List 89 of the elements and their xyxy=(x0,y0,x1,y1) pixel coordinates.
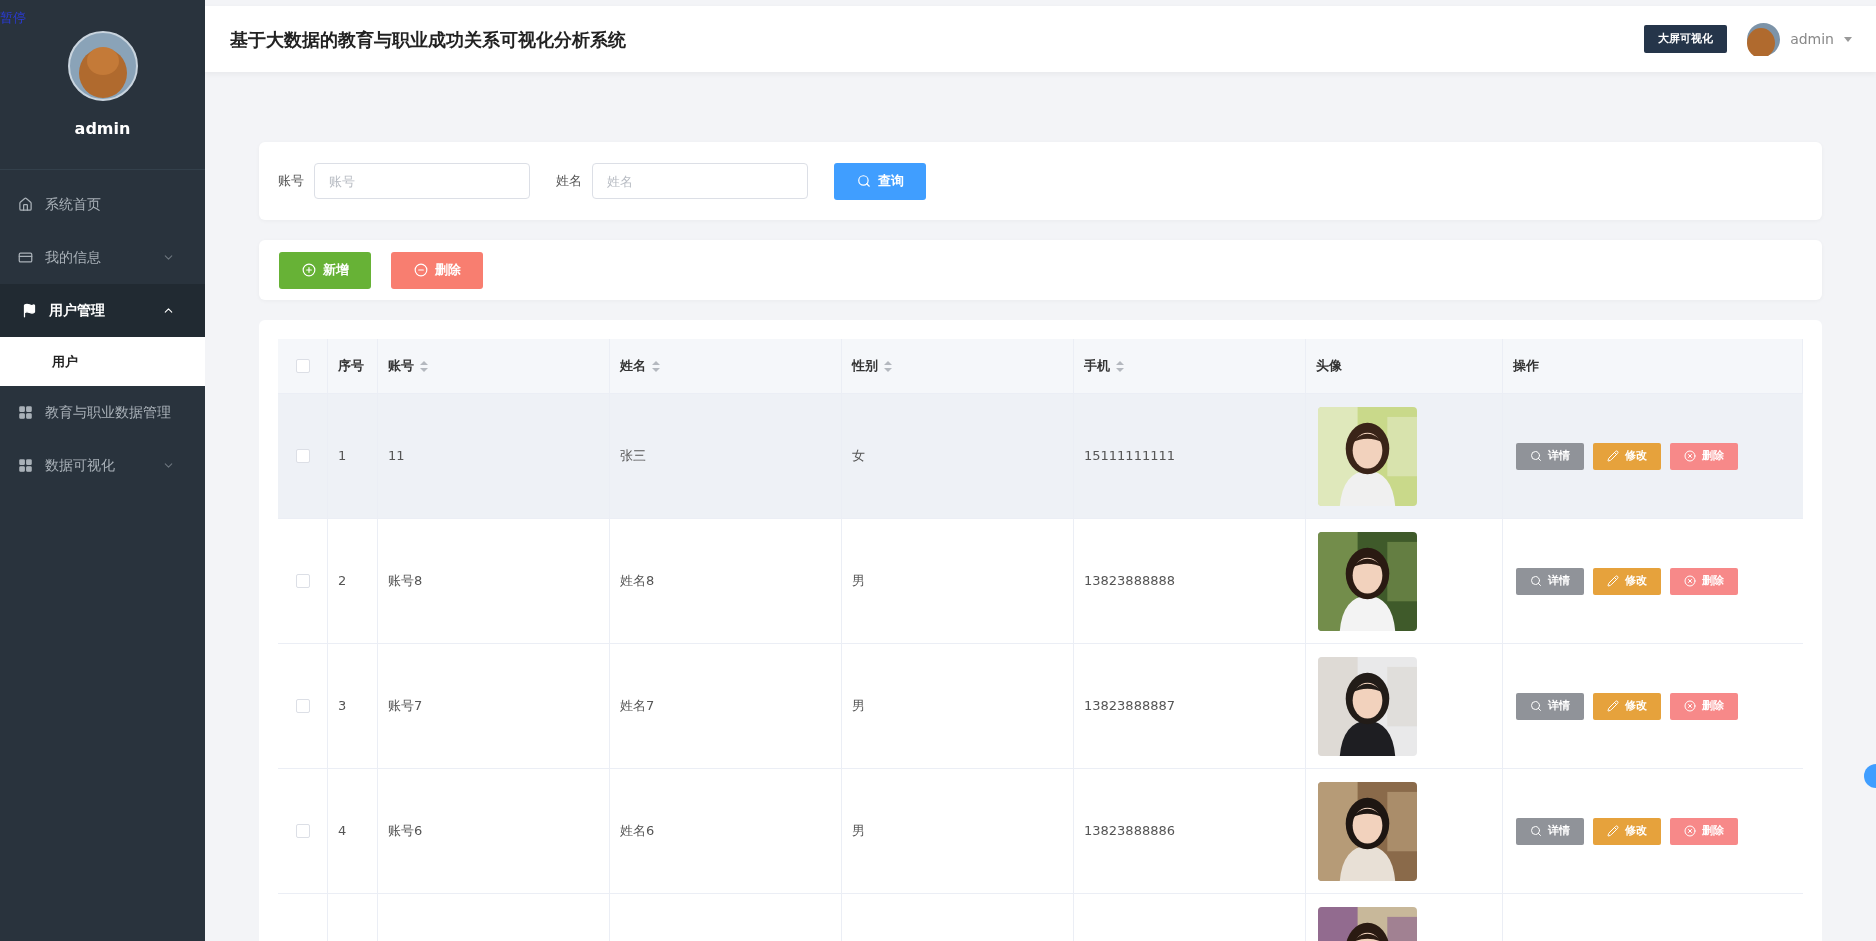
table-cell-text: 男 xyxy=(852,572,865,591)
column-header[interactable]: 手机 xyxy=(1084,356,1124,376)
sort-icon[interactable] xyxy=(652,360,660,372)
table-cell-text: 15111111111 xyxy=(1084,447,1175,466)
delete-button[interactable]: 删除 xyxy=(1670,817,1738,845)
menu-item[interactable]: 系统首页 xyxy=(0,178,205,231)
table-cell-text: 姓名8 xyxy=(620,572,655,591)
submenu-item[interactable]: 用户 xyxy=(0,337,205,386)
column-header[interactable]: 性别 xyxy=(852,356,892,376)
table-cell-text: 3 xyxy=(338,697,347,716)
table-cell-text: 13823888887 xyxy=(1084,697,1175,716)
flag-icon xyxy=(22,303,37,318)
grid-icon xyxy=(18,458,33,473)
field-label: 姓名 xyxy=(556,172,582,191)
sort-icon[interactable] xyxy=(1116,360,1124,372)
table-cell-text: 1 xyxy=(338,447,347,466)
plus-circle-icon xyxy=(301,263,316,277)
menu-item[interactable]: 数据可视化 xyxy=(0,439,205,492)
minus-circle-icon xyxy=(413,263,428,277)
edit-button[interactable]: 修改 xyxy=(1593,692,1661,720)
delete-button[interactable]: 删除 xyxy=(1670,442,1738,470)
add-button[interactable]: 新增 xyxy=(279,251,371,289)
table-cell-text: 2 xyxy=(338,572,347,591)
edit-button[interactable]: 修改 xyxy=(1593,817,1661,845)
checkbox[interactable] xyxy=(295,699,310,713)
field-label: 账号 xyxy=(278,172,304,191)
column-header: 操作 xyxy=(1513,357,1539,376)
table-cell-text: 11 xyxy=(388,447,405,466)
table-cell-text: 13823888888 xyxy=(1084,572,1175,591)
input-field[interactable]: 姓名 xyxy=(592,163,808,199)
page-title: 基于大数据的教育与职业成功关系可视化分析系统 xyxy=(230,27,627,52)
big-screen-button[interactable]: 大屏可视化 xyxy=(1644,25,1728,53)
pencil-icon xyxy=(1607,450,1619,462)
delete-button[interactable]: 删除 xyxy=(1670,692,1738,720)
table-cell-text: 账号8 xyxy=(388,572,423,591)
menu-item[interactable]: 我的信息 xyxy=(0,231,205,284)
detail-button[interactable]: 详情 xyxy=(1516,817,1584,845)
table-cell-text: 4 xyxy=(338,822,347,841)
user-name: admin xyxy=(74,118,131,140)
close-circle-icon xyxy=(1684,700,1696,712)
table-cell-text: 男 xyxy=(852,697,865,716)
checkbox[interactable] xyxy=(295,359,310,373)
menu-item[interactable]: 教育与职业数据管理 xyxy=(0,386,205,439)
checkbox[interactable] xyxy=(295,824,310,838)
edit-button[interactable]: 修改 xyxy=(1593,442,1661,470)
card-icon xyxy=(18,250,33,265)
delete-button[interactable]: 删除 xyxy=(1670,567,1738,595)
column-header[interactable]: 姓名 xyxy=(620,356,660,376)
table-cell-text: 账号7 xyxy=(388,697,423,716)
column-header: 序号 xyxy=(338,357,364,376)
pencil-icon xyxy=(1607,700,1619,712)
close-circle-icon xyxy=(1684,575,1696,587)
detail-button[interactable]: 详情 xyxy=(1516,567,1584,595)
edit-button[interactable]: 修改 xyxy=(1593,567,1661,595)
avatar[interactable] xyxy=(1747,22,1781,56)
sort-icon[interactable] xyxy=(884,360,892,372)
close-circle-icon xyxy=(1684,825,1696,837)
detail-button[interactable]: 详情 xyxy=(1516,442,1584,470)
column-header[interactable]: 账号 xyxy=(388,356,428,376)
table-cell-text: 账号6 xyxy=(388,822,423,841)
table-cell-text: 女 xyxy=(852,447,865,466)
search-button[interactable]: 查询 xyxy=(834,162,926,200)
search-icon xyxy=(1530,700,1542,712)
search-icon xyxy=(1530,825,1542,837)
user-name[interactable]: admin xyxy=(1790,28,1834,50)
table-cell-text: 张三 xyxy=(620,447,646,466)
search-icon xyxy=(1530,450,1542,462)
detail-button[interactable]: 详情 xyxy=(1516,692,1584,720)
grid-icon xyxy=(18,405,33,420)
table-cell-text: 姓名6 xyxy=(620,822,655,841)
close-circle-icon xyxy=(1684,450,1696,462)
delete-button[interactable]: 删除 xyxy=(391,251,483,289)
sort-icon[interactable] xyxy=(420,360,428,372)
table-cell-text: 13823888886 xyxy=(1084,822,1175,841)
search-icon xyxy=(856,174,871,188)
overlay-label: 暂停 xyxy=(0,9,26,27)
checkbox[interactable] xyxy=(295,574,310,588)
home-icon xyxy=(18,197,33,212)
input-field[interactable]: 账号 xyxy=(314,163,530,199)
table-cell-text: 姓名7 xyxy=(620,697,655,716)
pencil-icon xyxy=(1607,575,1619,587)
menu-item[interactable]: 用户管理 xyxy=(0,284,205,337)
caret-icon[interactable] xyxy=(1844,36,1852,42)
checkbox[interactable] xyxy=(295,449,310,463)
avatar xyxy=(67,31,138,101)
table-cell-text: 男 xyxy=(852,822,865,841)
column-header: 头像 xyxy=(1316,357,1342,376)
search-icon xyxy=(1530,575,1542,587)
pencil-icon xyxy=(1607,825,1619,837)
